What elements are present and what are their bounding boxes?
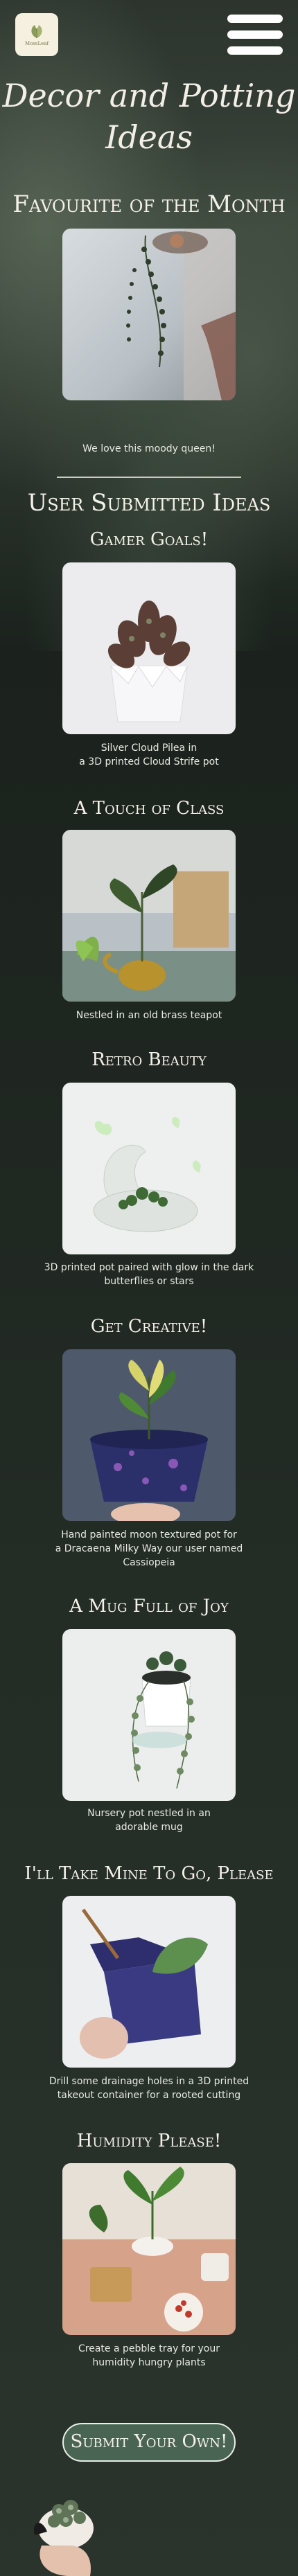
featured-heading: Favourite of the Month [12, 190, 286, 218]
idea-caption: Silver Cloud Pilea in a 3D printed Cloud … [79, 743, 219, 767]
logo-text: MossLeaf [24, 41, 49, 46]
hamburger-menu-icon[interactable] [227, 13, 283, 56]
idea-title: Retro Beauty [91, 1049, 207, 1070]
idea-photo [62, 1349, 236, 1521]
idea-caption: Nursery pot nestled in an adorable mug [87, 1808, 211, 1833]
idea-caption: Hand painted moon textured pot for a Drac… [55, 1529, 243, 1568]
idea-title: A Touch of Class [73, 798, 225, 819]
idea-title: A Mug Full of Joy [69, 1596, 229, 1617]
idea-title: Gamer Goals! [89, 529, 209, 550]
idea-photo [62, 830, 236, 1002]
idea-photo [62, 1896, 236, 2068]
featured-caption: We love this moody queen! [82, 443, 216, 454]
idea-photo [62, 1629, 236, 1801]
idea-title: Get Creative! [90, 1316, 208, 1337]
idea-photo [62, 2163, 236, 2335]
idea-photo [62, 1083, 236, 1254]
page-title: Decor and Potting Ideas [2, 77, 296, 156]
site-logo[interactable]: MossLeaf [15, 13, 58, 56]
section-divider [57, 477, 241, 478]
featured-photo [62, 229, 236, 400]
idea-caption: 3D printed pot paired with glow in the d… [44, 1262, 254, 1287]
idea-title: Humidity Please! [76, 2131, 222, 2151]
idea-caption: Nestled in an old brass teapot [76, 1010, 222, 1021]
site-header: MossLeaf [0, 0, 298, 62]
submitted-heading: User Submitted Ideas [27, 489, 271, 517]
plant-in-hand-icon [34, 2500, 94, 2576]
idea-photo [62, 562, 236, 734]
idea-caption: Create a pebble tray for your humidity hu… [78, 2343, 220, 2368]
idea-caption: Drill some drainage holes in a 3D printe… [49, 2076, 249, 2101]
submit-your-own-button[interactable]: Submit Your Own! [62, 2423, 236, 2462]
idea-title: I'll Take Mine To Go, Please [24, 1863, 274, 1884]
leaf-logo-icon [31, 25, 42, 38]
